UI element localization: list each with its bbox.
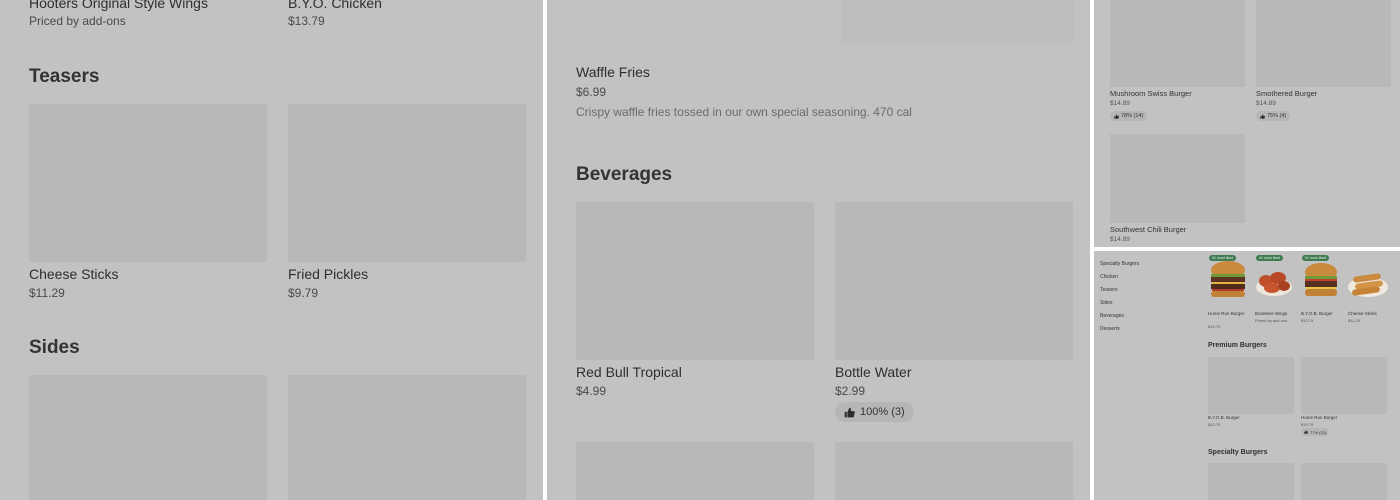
item-price: Priced by add-ons: [1255, 318, 1288, 323]
item-price: $11.29: [1348, 318, 1360, 323]
item-price: $2.99: [835, 384, 866, 398]
item-name[interactable]: Cheese Sticks: [1348, 311, 1377, 317]
rating-badge: 77% (22): [1301, 428, 1330, 436]
item-name[interactable]: Southwest Chili Burger: [1110, 225, 1186, 234]
item-price: $4.99: [576, 384, 607, 398]
item-name[interactable]: Home Run Burger: [1301, 415, 1337, 421]
item-image-placeholder[interactable]: [1301, 463, 1387, 500]
item-price: $13.79: [1301, 318, 1314, 323]
item-image-placeholder[interactable]: [1208, 357, 1294, 414]
item-name[interactable]: Fried Pickles: [288, 266, 368, 282]
menu-panel-4: Specialty Burgers Chicken Teasers Sides …: [1094, 251, 1400, 500]
thumbs-up-icon: [1260, 113, 1265, 119]
rating-badge: 78% (14): [1110, 111, 1148, 121]
section-title-beverages: Beverages: [576, 164, 673, 185]
burger-image[interactable]: [1208, 258, 1248, 302]
rating-badge: 100% (3): [835, 402, 914, 422]
item-name[interactable]: B.Y.O.B. Burger: [1208, 415, 1240, 421]
item-description: Crispy waffle fries tossed in our own sp…: [576, 105, 912, 119]
item-price: $14.89: [1256, 100, 1276, 107]
sidebar-item-desserts[interactable]: Desserts: [1100, 326, 1120, 332]
item-image-placeholder[interactable]: [29, 375, 267, 500]
item-price: $19.79: [1208, 324, 1221, 329]
item-name[interactable]: Bottle Water: [835, 364, 912, 380]
wings-image[interactable]: [1254, 261, 1294, 299]
rating-badge: 75% (4): [1256, 111, 1291, 121]
item-image-placeholder[interactable]: [29, 104, 267, 262]
section-title-teasers: Teasers: [29, 66, 100, 87]
rating-text: 100% (3): [860, 406, 905, 418]
item-name[interactable]: Hooters Original Style Wings: [29, 0, 208, 11]
item-price: $9.79: [288, 286, 319, 300]
deal-badge: #1 most liked: [1256, 255, 1284, 261]
item-name[interactable]: Smothered Burger: [1256, 89, 1317, 98]
item-image-placeholder[interactable]: [1110, 0, 1245, 87]
item-image-placeholder[interactable]: [576, 442, 814, 500]
item-image-placeholder[interactable]: [1110, 134, 1245, 223]
item-price: $6.99: [576, 85, 607, 99]
menu-panel-2: Waffle Fries $6.99 Crispy waffle fries t…: [547, 0, 1090, 500]
item-price: Priced by add-ons: [29, 14, 126, 28]
item-name[interactable]: Cheese Sticks: [29, 266, 118, 282]
sidebar-item-beverages[interactable]: Beverages: [1100, 313, 1124, 319]
item-image-placeholder[interactable]: [835, 202, 1073, 360]
deal-badge: #1 most liked: [1209, 255, 1237, 261]
item-image-placeholder[interactable]: [1208, 463, 1294, 500]
thumbs-up-icon: [1304, 430, 1308, 434]
item-price: $19.79: [1301, 422, 1314, 427]
rating-text: 78% (14): [1121, 113, 1144, 119]
section-title-sides: Sides: [29, 337, 80, 358]
item-name[interactable]: Red Bull Tropical: [576, 364, 682, 380]
item-name[interactable]: Home Run Burger: [1208, 311, 1244, 317]
burger-image[interactable]: [1301, 260, 1341, 300]
sidebar-item-chicken[interactable]: Chicken: [1100, 274, 1118, 280]
item-name[interactable]: B.Y.O. Chicken: [288, 0, 382, 11]
item-price: $11.29: [29, 286, 65, 300]
sidebar-item-teasers[interactable]: Teasers: [1100, 287, 1118, 293]
item-image-placeholder[interactable]: [842, 0, 1074, 43]
section-title-specialty-burgers: Specialty Burgers: [1208, 449, 1268, 456]
cheese-sticks-image[interactable]: [1347, 263, 1389, 299]
deal-badge: #1 most liked: [1302, 255, 1330, 261]
item-price: $14.89: [1110, 100, 1130, 107]
item-image-placeholder[interactable]: [576, 202, 814, 360]
sidebar-item-specialty-burgers[interactable]: Specialty Burgers: [1100, 261, 1139, 267]
item-price: $13.79: [1208, 422, 1221, 427]
item-name[interactable]: B.Y.O.B. Burger: [1301, 311, 1333, 317]
item-price: $14.89: [1110, 236, 1130, 243]
item-image-placeholder[interactable]: [835, 442, 1073, 500]
thumbs-up-icon: [1114, 113, 1119, 119]
rating-text: 77% (22): [1310, 429, 1327, 435]
section-title-premium-burgers: Premium Burgers: [1208, 342, 1267, 349]
menu-panel-3: Mushroom Swiss Burger $14.89 78% (14) Sm…: [1094, 0, 1400, 247]
item-name[interactable]: Mushroom Swiss Burger: [1110, 89, 1192, 98]
item-image-placeholder[interactable]: [1301, 357, 1387, 414]
item-image-placeholder[interactable]: [288, 375, 526, 500]
menu-panel-1: Hooters Original Style Wings Priced by a…: [0, 0, 543, 500]
thumbs-up-icon: [844, 407, 855, 417]
item-image-placeholder[interactable]: [288, 104, 526, 262]
item-name[interactable]: Boneless Wings: [1255, 311, 1287, 317]
item-name[interactable]: Waffle Fries: [576, 64, 650, 80]
rating-text: 75% (4): [1267, 113, 1287, 119]
item-image-placeholder[interactable]: [1256, 0, 1391, 87]
sidebar-item-sides[interactable]: Sides: [1100, 300, 1113, 306]
item-price: $13.79: [288, 14, 325, 28]
